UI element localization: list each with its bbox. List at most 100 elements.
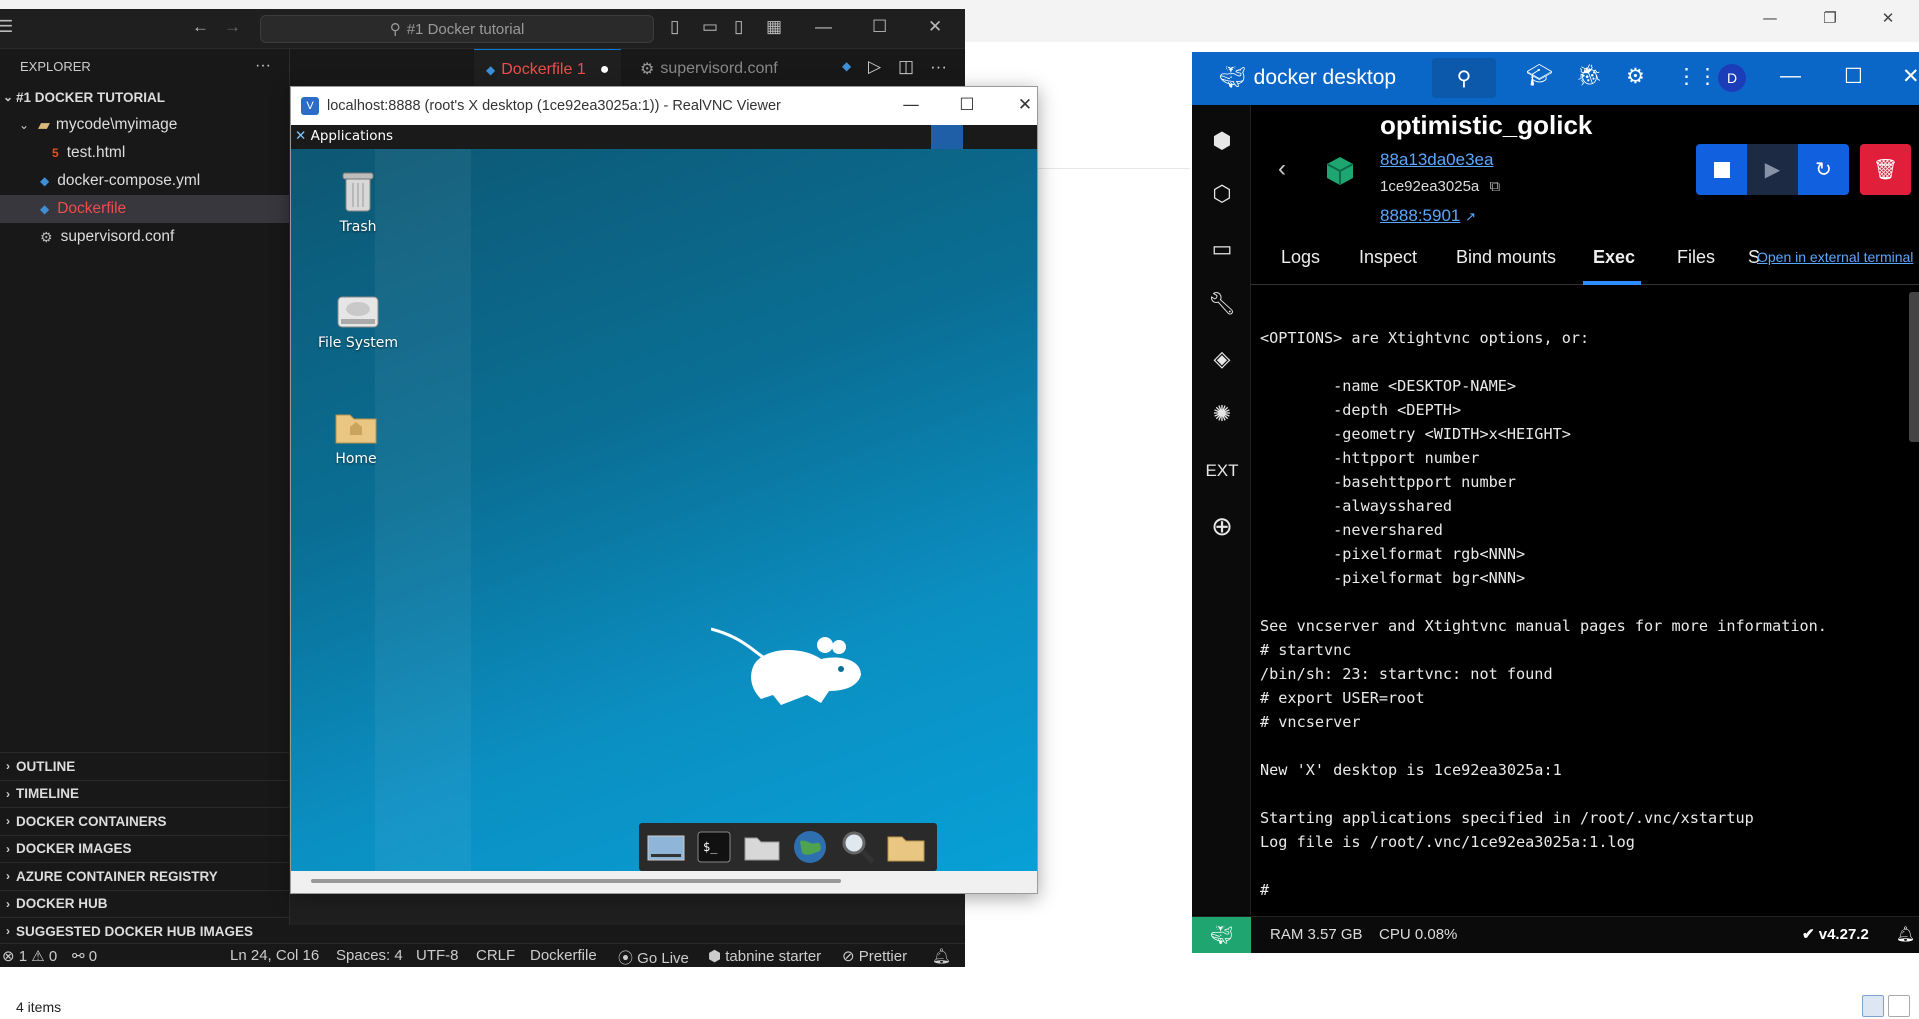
tiles-view-icon[interactable] [1888, 995, 1910, 1017]
learning-center-icon[interactable]: 🎓︎ [1526, 64, 1553, 88]
customize-layout-icon[interactable]: ▦ [766, 17, 782, 37]
scout-nav-icon[interactable]: ✺ [1206, 398, 1238, 430]
folder-icon[interactable] [885, 828, 927, 866]
prettier-button[interactable]: ⊘ Prettier [842, 947, 907, 965]
split-editor-icon[interactable]: ◫ [898, 57, 914, 77]
settings-gear-icon[interactable]: ⚙ [1626, 64, 1645, 89]
close-button[interactable]: ✕ [928, 17, 942, 37]
vnc-horizontal-scrollbar[interactable] [291, 871, 1037, 893]
delete-button[interactable]: 🗑︎ [1860, 144, 1911, 195]
desktop-icon-trash[interactable]: Trash [313, 169, 403, 235]
builds-nav-icon[interactable]: ◈ [1206, 343, 1238, 375]
section-docker-hub[interactable]: › DOCKER HUB [0, 889, 290, 918]
search-icon[interactable] [837, 828, 879, 866]
menu-icon[interactable]: ☰ [0, 17, 13, 37]
section-timeline[interactable]: › TIMELINE [0, 779, 290, 808]
tab-bind-mounts[interactable]: Bind mounts [1456, 247, 1556, 268]
tabnine-button[interactable]: ⬢ tabnine starter [708, 947, 821, 965]
details-view-icon[interactable] [1862, 995, 1884, 1017]
vnc-minimize-button[interactable]: — [891, 91, 931, 119]
tree-file-docker-compose[interactable]: ◆ docker-compose.yml [0, 167, 289, 195]
file-manager-icon[interactable] [741, 828, 783, 866]
copy-icon[interactable]: ⧉ [1489, 178, 1500, 195]
docker-minimize-button[interactable]: — [1780, 64, 1801, 88]
add-extension-icon[interactable]: ⊕ [1206, 510, 1238, 542]
unsaved-dot-icon[interactable]: ● [600, 61, 610, 79]
docker-maximize-button[interactable]: ☐ [1844, 64, 1863, 89]
vnc-close-button[interactable]: ✕ [1005, 91, 1045, 119]
images-nav-icon[interactable]: ⬡ [1206, 178, 1238, 210]
account-avatar[interactable]: D [1718, 64, 1746, 92]
bell-icon[interactable]: 🔔︎ [932, 947, 951, 965]
tree-folder-mycode[interactable]: ⌄ ▰ mycode\myimage [0, 111, 289, 139]
toggle-panel-icon[interactable]: ▭ [702, 17, 718, 37]
volumes-nav-icon[interactable]: ▭ [1206, 233, 1238, 265]
troubleshoot-bug-icon[interactable]: 🐞︎ [1576, 64, 1603, 88]
tree-file-dockerfile[interactable]: ◆ Dockerfile [0, 195, 289, 223]
encoding[interactable]: UTF-8 [416, 947, 459, 964]
tab-supervisord[interactable]: ⚙ supervisord.conf [628, 49, 790, 89]
back-chevron-icon[interactable]: ‹ [1278, 155, 1286, 183]
external-link-icon[interactable]: ↗ [1465, 209, 1476, 224]
minimize-button[interactable]: — [815, 17, 832, 37]
tab-inspect[interactable]: Inspect [1359, 247, 1417, 268]
run-icon[interactable]: ▷ [868, 57, 881, 77]
image-link[interactable]: 88a13da0e3ea [1380, 150, 1493, 170]
maximize-button[interactable]: ☐ [872, 17, 887, 37]
workspace-switcher[interactable] [931, 125, 963, 149]
terminal-icon[interactable]: $_ [693, 828, 735, 866]
section-label: DOCKER IMAGES [16, 841, 132, 857]
toggle-secondary-sidebar-icon[interactable]: ▯ [734, 17, 743, 37]
open-external-terminal-link[interactable]: Open in external terminal [1757, 249, 1913, 265]
section-docker-images[interactable]: › DOCKER IMAGES [0, 834, 290, 863]
web-browser-icon[interactable] [789, 828, 831, 866]
tab-files[interactable]: Files [1677, 247, 1715, 268]
explorer-minimize-button[interactable]: — [1750, 6, 1790, 30]
tree-file-supervisord[interactable]: ⚙ supervisord.conf [0, 223, 289, 251]
desktop-icon-filesystem[interactable]: File System [313, 291, 403, 351]
terminal-scrollbar[interactable] [1909, 292, 1919, 442]
restart-button[interactable]: ↻ [1798, 144, 1849, 195]
explorer-restore-button[interactable]: ❐ [1810, 6, 1850, 30]
terminal-line: -name <DESKTOP-NAME> [1260, 377, 1517, 395]
stop-button[interactable] [1696, 144, 1747, 195]
containers-nav-icon[interactable]: ⬢ [1206, 125, 1238, 157]
more-actions-icon[interactable]: ··· [255, 57, 271, 75]
notifications-bell-icon[interactable]: 🔔︎ [1896, 925, 1915, 943]
explorer-close-button[interactable]: ✕ [1868, 6, 1908, 30]
toggle-sidebar-icon[interactable]: ▯ [670, 17, 679, 37]
tab-logs[interactable]: Logs [1281, 247, 1320, 268]
show-desktop-icon[interactable] [645, 828, 687, 866]
vnc-maximize-button[interactable]: ☐ [947, 91, 987, 119]
language-mode[interactable]: Dockerfile [530, 947, 597, 964]
port-link[interactable]: 8888:5901 [1380, 206, 1460, 225]
docker-close-button[interactable]: ✕ [1902, 64, 1919, 89]
tab-exec[interactable]: Exec [1593, 247, 1635, 268]
workspace-root[interactable]: ⌄ #1 DOCKER TUTORIAL [0, 83, 289, 111]
more-icon[interactable]: ··· [930, 57, 947, 77]
desktop-icon-home[interactable]: Home [311, 407, 401, 467]
dev-environments-wrench-icon[interactable]: 🔧︎ [1206, 288, 1238, 320]
engine-status-icon[interactable]: 🐳︎ [1192, 917, 1251, 953]
problems-indicator[interactable]: ⊗ 1 ⚠ 0 [2, 947, 57, 965]
applications-menu[interactable]: ✕ Applications [295, 128, 393, 144]
section-azure-registry[interactable]: › AZURE CONTAINER REGISTRY [0, 862, 290, 890]
back-arrow-icon[interactable]: ← [192, 17, 209, 37]
section-suggested-images[interactable]: › SUGGESTED DOCKER HUB IMAGES [0, 917, 290, 945]
scroll-thumb[interactable] [311, 879, 841, 883]
cursor-position[interactable]: Ln 24, Col 16 [230, 947, 319, 964]
go-live-button[interactable]: ⦿ Go Live [618, 947, 689, 968]
version-badge[interactable]: ✔ v4.27.2 [1802, 925, 1869, 943]
command-center-search[interactable]: ⚲ #1 Docker tutorial [260, 15, 654, 43]
section-outline[interactable]: › OUTLINE [0, 752, 290, 780]
indentation[interactable]: Spaces: 4 [336, 947, 403, 964]
tree-file-test-html[interactable]: 5 test.html [0, 139, 289, 167]
exec-terminal[interactable]: <OPTIONS> are Xtightvnc options, or: -na… [1251, 286, 1919, 916]
line-endings[interactable]: CRLF [476, 947, 515, 964]
start-button[interactable]: ▶ [1747, 144, 1798, 195]
forward-arrow-icon[interactable]: → [224, 17, 241, 37]
ports-indicator[interactable]: ⚯ 0 [72, 947, 97, 965]
docker-search-button[interactable]: ⚲ [1432, 58, 1496, 98]
tab-dockerfile[interactable]: ◆ Dockerfile 1 ● [474, 49, 622, 89]
section-docker-containers[interactable]: › DOCKER CONTAINERS [0, 807, 290, 835]
